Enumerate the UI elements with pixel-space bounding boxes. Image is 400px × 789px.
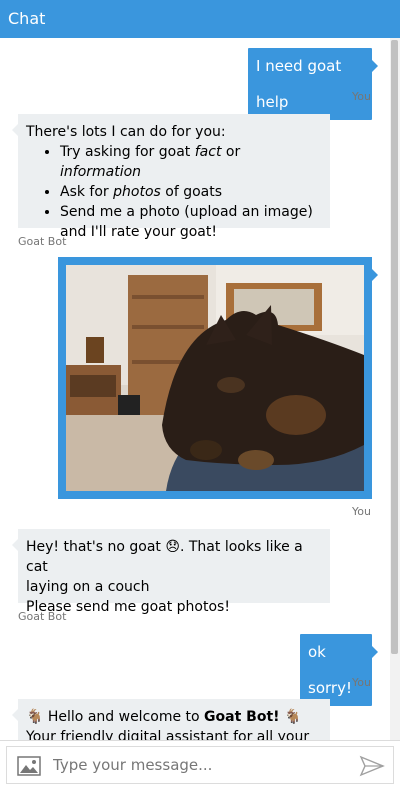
message-sender: You	[352, 676, 371, 689]
cat-photo	[66, 265, 364, 491]
message-text: laying on a couch	[26, 579, 150, 595]
composer	[0, 740, 400, 789]
header-title: Chat	[8, 9, 46, 28]
image-icon[interactable]	[17, 756, 41, 776]
chat-header: Chat	[0, 0, 400, 38]
scrollbar-thumb[interactable]	[391, 40, 398, 654]
goat-icon: 🐐	[26, 709, 44, 725]
list-item: Ask for photos of goats	[60, 182, 322, 202]
goat-icon: 🐐	[284, 709, 302, 725]
message-sender: You	[352, 90, 371, 103]
message-input[interactable]	[53, 747, 343, 783]
composer-box	[6, 746, 394, 784]
message-text: ok sorry!	[308, 643, 352, 697]
message-text: 🐐 Hello and welcome to Goat Bot! 🐐	[26, 709, 302, 725]
suggestion-list: Try asking for goat fact or information …	[26, 142, 322, 242]
message-sender: You	[352, 505, 371, 518]
message-text: Hey! that's no goat 😞. That looks like a…	[26, 539, 303, 575]
message-bubble-user: ok sorry!	[300, 634, 378, 706]
list-item: Send me a photo (upload an image)and I'l…	[60, 202, 322, 242]
message-bubble-bot: Hey! that's no goat 😞. That looks like a…	[12, 529, 330, 615]
message-text: Your friendly digital assistant for all …	[26, 729, 310, 740]
disappointed-face-icon: 😞	[165, 539, 180, 555]
message-bubble-bot: There's lots I can do for you: Try askin…	[12, 114, 330, 240]
send-icon[interactable]	[359, 753, 385, 779]
message-bubble-bot: 🐐 Hello and welcome to Goat Bot! 🐐 Your …	[12, 699, 330, 740]
message-text: There's lots I can do for you:	[26, 124, 226, 140]
message-bubble-user: I need goat help	[248, 48, 378, 120]
message-text: Please send me goat photos!	[26, 599, 230, 615]
message-sender: Goat Bot	[18, 610, 67, 623]
message-list[interactable]: I need goat help You There's lots I can …	[0, 38, 400, 740]
message-sender: Goat Bot	[18, 235, 67, 248]
list-item: Try asking for goat fact or information	[60, 142, 322, 182]
message-bubble-image[interactable]	[58, 257, 378, 499]
message-text: I need goat help	[256, 57, 342, 111]
